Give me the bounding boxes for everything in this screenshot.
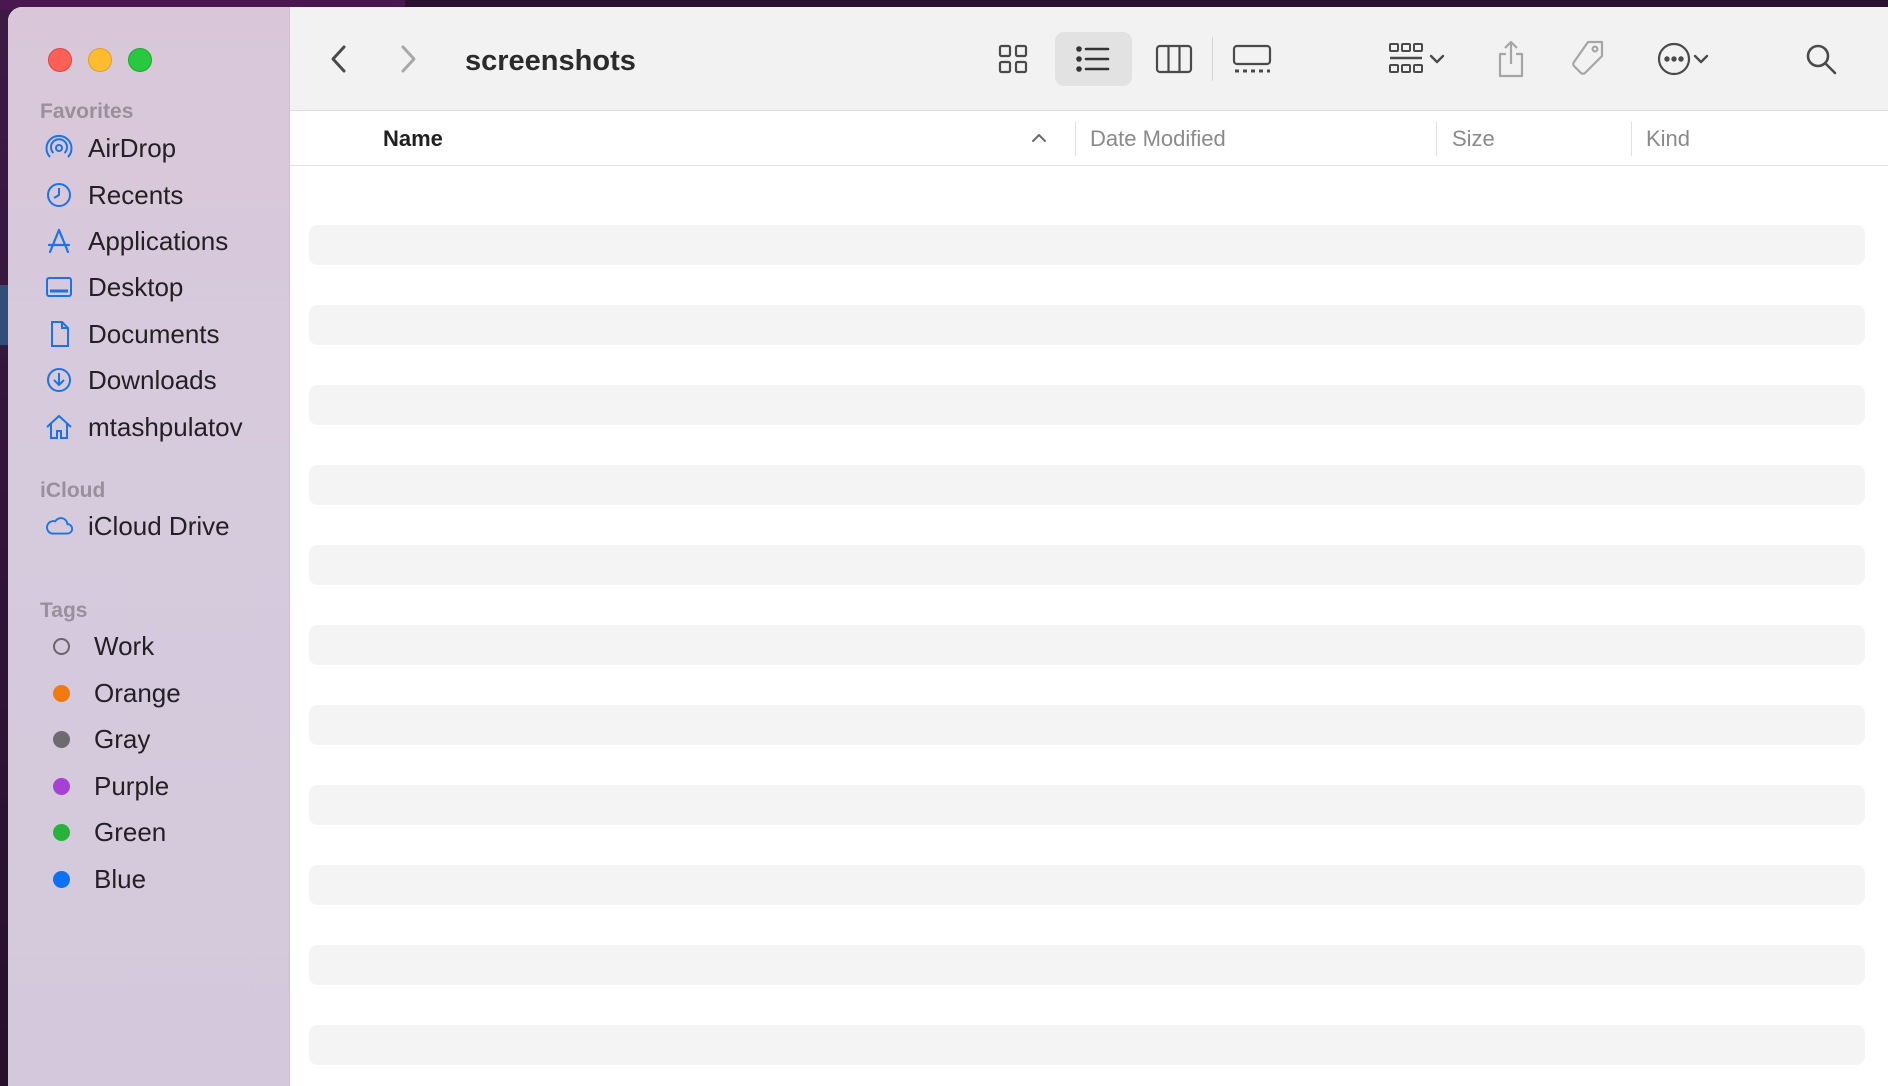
tag-button[interactable] <box>1566 37 1610 81</box>
sidebar-item-home[interactable]: mtashpulatov <box>8 405 289 449</box>
favorites-header: Favorites <box>40 100 134 123</box>
sort-ascending-icon <box>1032 134 1046 142</box>
placeholder-row <box>309 705 1865 745</box>
toolbar: screenshots <box>290 7 1888 111</box>
column-separator[interactable] <box>1436 122 1437 156</box>
tag-icon <box>1572 40 1604 75</box>
desktop-icon <box>44 272 74 302</box>
column-header: Name Date Modified Size Kind <box>290 112 1888 166</box>
group-icon <box>1389 43 1423 73</box>
placeholder-row <box>309 1025 1865 1065</box>
column-date-modified[interactable]: Date Modified <box>1090 112 1226 166</box>
column-view-icon <box>1155 44 1193 74</box>
sidebar-item-applications[interactable]: Applications <box>8 219 289 263</box>
minimize-window-button[interactable] <box>88 48 112 72</box>
back-button[interactable] <box>324 42 354 76</box>
list-view-icon <box>1076 46 1110 72</box>
chevron-down-icon <box>1693 54 1709 64</box>
tag-label: Work <box>94 630 155 661</box>
placeholder-row <box>309 945 1865 985</box>
sidebar-item-label: iCloud Drive <box>88 510 230 541</box>
sidebar-item-label: AirDrop <box>88 132 177 163</box>
sidebar-tag-purple[interactable]: Purple <box>8 764 289 808</box>
column-size[interactable]: Size <box>1452 112 1495 166</box>
column-separator[interactable] <box>1075 122 1076 156</box>
icon-view-icon <box>998 44 1028 74</box>
sidebar-item-label: mtashpulatov <box>88 411 243 442</box>
placeholder-row <box>309 545 1865 585</box>
sidebar-item-documents[interactable]: Documents <box>8 312 289 356</box>
tag-green-dot <box>53 823 70 841</box>
icon-view-button[interactable] <box>993 39 1033 79</box>
gallery-view-button[interactable] <box>1229 39 1275 79</box>
document-icon <box>44 319 74 349</box>
sidebar-item-label: Desktop <box>88 271 184 302</box>
column-name[interactable]: Name <box>383 112 443 166</box>
sidebar: Favorites AirDrop Recents Applications D… <box>8 7 289 1086</box>
tag-blue-dot <box>53 870 70 888</box>
list-view-icon-wrap <box>1073 39 1113 79</box>
sidebar-item-desktop[interactable]: Desktop <box>8 265 289 309</box>
sidebar-item-airdrop[interactable]: AirDrop <box>8 126 289 170</box>
placeholder-row <box>309 865 1865 905</box>
sidebar-item-downloads[interactable]: Downloads <box>8 358 289 402</box>
tag-label: Gray <box>94 723 151 754</box>
sidebar-item-recents[interactable]: Recents <box>8 173 289 217</box>
back-icon <box>331 45 346 73</box>
forward-button[interactable] <box>393 42 423 76</box>
tags-header: Tags <box>40 599 88 622</box>
forward-icon <box>401 45 416 73</box>
sidebar-tag-gray[interactable]: Gray <box>8 717 289 761</box>
chevron-down-icon <box>1429 54 1445 64</box>
share-icon <box>1498 40 1524 78</box>
sidebar-tag-work[interactable]: Work <box>8 624 289 668</box>
tag-purple-dot <box>53 777 70 795</box>
tag-label: Orange <box>94 677 181 708</box>
tag-label: Purple <box>94 770 170 801</box>
more-icon <box>1657 42 1691 76</box>
gallery-view-icon <box>1232 44 1272 73</box>
download-icon <box>44 365 74 395</box>
share-button[interactable] <box>1491 37 1531 81</box>
finder-window: Favorites AirDrop Recents Applications D… <box>8 7 1888 1086</box>
close-window-button[interactable] <box>48 48 72 72</box>
column-separator[interactable] <box>1631 122 1632 156</box>
zoom-window-button[interactable] <box>128 48 152 72</box>
tag-work-dot <box>53 637 70 655</box>
column-view-button[interactable] <box>1154 39 1194 79</box>
sidebar-tag-orange[interactable]: Orange <box>8 671 289 715</box>
search-icon <box>1806 44 1837 75</box>
file-list[interactable] <box>290 167 1888 1086</box>
sidebar-item-label: Downloads <box>88 364 217 395</box>
sidebar-item-label: Recents <box>88 179 184 210</box>
applications-icon <box>44 226 74 256</box>
sidebar-tag-green[interactable]: Green <box>8 810 289 854</box>
placeholder-row <box>309 225 1865 265</box>
sidebar-item-label: Applications <box>88 225 229 256</box>
clock-icon <box>44 180 74 210</box>
more-button[interactable] <box>1648 39 1718 79</box>
icloud-header: iCloud <box>40 479 106 502</box>
tag-label: Blue <box>94 863 147 894</box>
placeholder-row <box>309 305 1865 345</box>
tag-gray-dot <box>53 730 70 748</box>
search-button[interactable] <box>1801 39 1841 79</box>
sidebar-item-label: Documents <box>88 318 220 349</box>
sidebar-item-icloud-drive[interactable]: iCloud Drive <box>8 504 289 548</box>
tag-label: Green <box>94 816 167 847</box>
placeholder-row <box>309 385 1865 425</box>
window-title: screenshots <box>465 45 636 77</box>
toolbar-separator <box>1212 37 1213 81</box>
group-button[interactable] <box>1380 39 1454 79</box>
placeholder-row <box>309 625 1865 665</box>
placeholder-row <box>309 465 1865 505</box>
column-kind[interactable]: Kind <box>1646 112 1690 166</box>
placeholder-row <box>309 785 1865 825</box>
cloud-icon <box>44 511 74 541</box>
home-icon <box>44 412 74 442</box>
sidebar-tag-blue[interactable]: Blue <box>8 857 289 901</box>
tag-orange-dot <box>53 684 70 702</box>
airdrop-icon <box>44 133 74 163</box>
